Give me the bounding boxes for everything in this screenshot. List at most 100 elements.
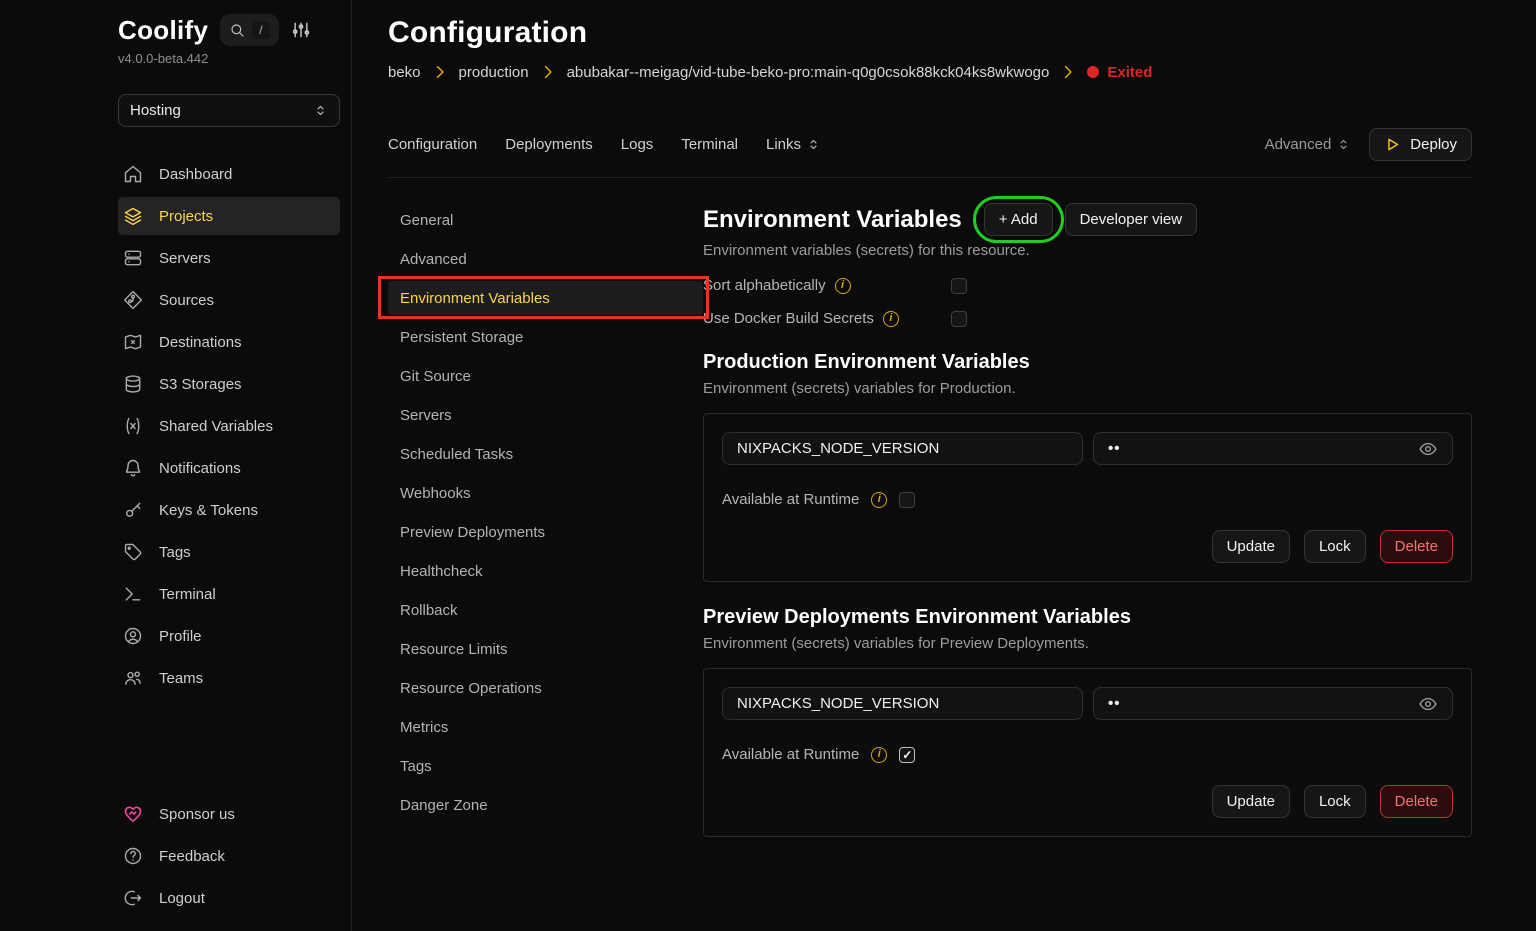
sidebar-item-label: Servers [159,250,211,267]
sidebar: Coolify / v4.0.0-beta.442 Hosting Dashbo… [0,0,352,931]
available-at-runtime-row: Available at Runtime [722,491,1453,508]
subnav-item-rollback[interactable]: Rollback [388,593,703,627]
sidebar-item-tags[interactable]: Tags [118,533,340,571]
sidebar-item-profile[interactable]: Profile [118,617,340,655]
deploy-label: Deploy [1410,136,1457,153]
docker-build-secrets-checkbox[interactable] [951,311,967,327]
eye-icon [1418,439,1438,459]
env-key-input[interactable]: NIXPACKS_NODE_VERSION [722,687,1083,720]
subnav-item-persistent-storage[interactable]: Persistent Storage [388,320,703,354]
tab-logs[interactable]: Logs [621,136,654,153]
env-value-input[interactable]: •• [1093,432,1453,465]
subnav-item-webhooks[interactable]: Webhooks [388,476,703,510]
eye-icon [1418,694,1438,714]
docker-build-secrets-row: Use Docker Build Secrets [703,310,1472,327]
sidebar-item-destinations[interactable]: Destinations [118,323,340,361]
search-button[interactable]: / [220,14,278,46]
env-key-input[interactable]: NIXPACKS_NODE_VERSION [722,432,1083,465]
subnav-item-resource-operations[interactable]: Resource Operations [388,671,703,705]
page-title: Configuration [388,16,1472,50]
advanced-dropdown[interactable]: Advanced [1265,136,1352,153]
add-variable-button[interactable]: + Add [984,203,1053,236]
team-selector[interactable]: Hosting [118,94,340,127]
subnav-item-danger-zone[interactable]: Danger Zone [388,788,703,822]
resource-tabs: Configuration Deployments Logs Terminal … [388,82,1472,178]
breadcrumb-project[interactable]: beko [388,64,421,81]
sidebar-item-s3-storages[interactable]: S3 Storages [118,365,340,403]
subnav-item-tags[interactable]: Tags [388,749,703,783]
lock-button[interactable]: Lock [1304,785,1366,818]
tab-links[interactable]: Links [766,136,821,153]
sliders-icon [291,20,311,40]
subnav-item-servers[interactable]: Servers [388,398,703,432]
masked-value: •• [1108,440,1121,457]
logout-icon [123,888,143,908]
sidebar-item-shared-variables[interactable]: Shared Variables [118,407,340,445]
preview-section-subtitle: Environment (secrets) variables for Prev… [703,635,1472,652]
reveal-value-button[interactable] [1418,439,1438,459]
tab-terminal[interactable]: Terminal [681,136,738,153]
info-icon [835,278,851,294]
masked-value: •• [1108,695,1121,712]
sidebar-item-label: Projects [159,208,213,225]
home-icon [123,164,143,184]
docker-build-secrets-label: Use Docker Build Secrets [703,310,874,327]
sidebar-item-label: Notifications [159,460,241,477]
subnav-item-healthcheck[interactable]: Healthcheck [388,554,703,588]
lock-button[interactable]: Lock [1304,530,1366,563]
sidebar-item-dashboard[interactable]: Dashboard [118,155,340,193]
sidebar-item-keys-tokens[interactable]: Keys & Tokens [118,491,340,529]
sidebar-item-terminal[interactable]: Terminal [118,575,340,613]
chevrons-up-down-icon [1336,137,1351,152]
tab-deployments[interactable]: Deployments [505,136,593,153]
sidebar-item-sources[interactable]: Sources [118,281,340,319]
sidebar-item-label: Shared Variables [159,418,273,435]
sort-alphabetically-checkbox[interactable] [951,278,967,294]
sidebar-nav: Dashboard Projects Servers Sources Desti… [118,155,340,701]
available-at-runtime-label: Available at Runtime [722,491,859,508]
tab-configuration[interactable]: Configuration [388,136,477,153]
update-button[interactable]: Update [1212,785,1290,818]
sidebar-item-projects[interactable]: Projects [118,197,340,235]
sidebar-item-label: Keys & Tokens [159,502,258,519]
panel-subtitle: Environment variables (secrets) for this… [703,242,1472,259]
delete-button[interactable]: Delete [1380,785,1453,818]
sidebar-item-label: Feedback [159,848,225,865]
subnav-item-metrics[interactable]: Metrics [388,710,703,744]
delete-button[interactable]: Delete [1380,530,1453,563]
update-button[interactable]: Update [1212,530,1290,563]
sidebar-item-teams[interactable]: Teams [118,659,340,697]
subnav-item-git-source[interactable]: Git Source [388,359,703,393]
subnav-item-resource-limits[interactable]: Resource Limits [388,632,703,666]
breadcrumb-environment[interactable]: production [459,64,529,81]
environment-variables-panel: Environment Variables + Add Developer vi… [703,203,1472,931]
page-header: Configuration beko production abubakar--… [352,0,1536,82]
git-icon [123,290,143,310]
chevron-right-icon [430,62,450,82]
available-at-runtime-checkbox[interactable] [899,492,915,508]
tags-icon [123,542,143,562]
sidebar-item-logout[interactable]: Logout [118,879,340,917]
subnav-item-advanced[interactable]: Advanced [388,242,703,276]
subnav-item-preview-deployments[interactable]: Preview Deployments [388,515,703,549]
developer-view-button[interactable]: Developer view [1065,203,1198,236]
available-at-runtime-checkbox[interactable]: ✓ [899,747,915,763]
sort-alphabetically-row: Sort alphabetically [703,277,1472,294]
panel-title: Environment Variables [703,206,962,234]
deploy-button[interactable]: Deploy [1369,128,1472,161]
env-value-input[interactable]: •• [1093,687,1453,720]
search-icon [229,22,245,38]
breadcrumb-resource[interactable]: abubakar--meigag/vid-tube-beko-pro:main-… [567,64,1050,81]
subnav-item-scheduled-tasks[interactable]: Scheduled Tasks [388,437,703,471]
sidebar-item-notifications[interactable]: Notifications [118,449,340,487]
sidebar-item-label: Destinations [159,334,242,351]
subnav-item-environment-variables[interactable]: Environment Variables [388,281,703,315]
sidebar-item-label: S3 Storages [159,376,242,393]
subnav-item-general[interactable]: General [388,203,703,237]
chevron-right-icon [1058,62,1078,82]
sidebar-item-sponsor[interactable]: Sponsor us [118,795,340,833]
reveal-value-button[interactable] [1418,694,1438,714]
settings-button[interactable] [291,20,311,40]
sidebar-item-servers[interactable]: Servers [118,239,340,277]
sidebar-item-feedback[interactable]: Feedback [118,837,340,875]
